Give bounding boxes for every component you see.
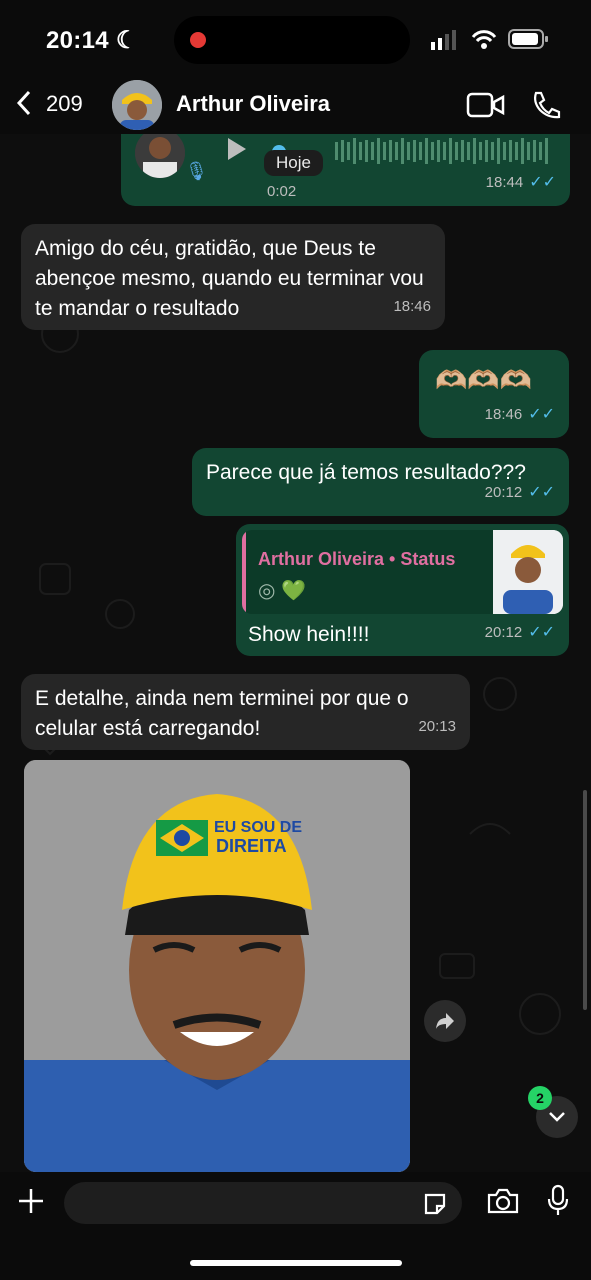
voice-message[interactable]: 🎙 0:02 18:44 ✓✓: [121, 134, 570, 206]
recording-dot: [190, 32, 206, 48]
home-indicator: [190, 1260, 402, 1266]
quote-bar: [242, 530, 246, 614]
video-camera-icon: [466, 92, 505, 118]
camera-icon: [487, 1188, 519, 1214]
svg-text:DIREITA: DIREITA: [216, 836, 287, 856]
outgoing-reply-message[interactable]: Arthur Oliveira • Status ◎ 💚 Show hein!!…: [236, 524, 569, 656]
message-text: E detalhe, ainda nem terminei por que o …: [35, 687, 409, 740]
date-chip: Hoje: [264, 150, 323, 176]
quoted-status[interactable]: Arthur Oliveira • Status ◎ 💚: [242, 530, 563, 614]
message-meta: 18:46 ✓✓: [485, 400, 555, 430]
outgoing-message[interactable]: Parece que já temos resultado??? 20:12 ✓✓: [192, 448, 569, 516]
attach-button[interactable]: [16, 1186, 46, 1221]
voice-duration: 0:02: [267, 183, 297, 200]
status-time: 20:14 ☾: [46, 27, 138, 54]
phone-icon: [534, 91, 561, 119]
message-text: 🫶🏼🫶🏼🫶🏼: [435, 365, 533, 395]
message-meta: 18:44 ✓✓: [486, 168, 556, 198]
microphone-icon: [547, 1184, 569, 1215]
message-meta: 18:46: [393, 292, 431, 322]
microphone-button[interactable]: [546, 1184, 570, 1223]
message-input[interactable]: [64, 1182, 462, 1224]
voice-call-button[interactable]: [530, 90, 562, 125]
contact-avatar[interactable]: [112, 80, 162, 130]
voice-sender-avatar: [135, 134, 185, 178]
message-time: 18:46: [393, 298, 431, 315]
chevron-left-icon: [16, 90, 31, 116]
message-text: Amigo do céu, gratidão, que Deus te aben…: [35, 237, 424, 320]
cap-text: EU SOU DE: [214, 819, 302, 836]
message-meta: 20:13: [418, 712, 456, 742]
incoming-message[interactable]: Amigo do céu, gratidão, que Deus te aben…: [21, 224, 445, 330]
read-ticks-icon: ✓✓: [528, 484, 555, 501]
status-thumbnail: [493, 530, 563, 614]
dynamic-island: [174, 16, 410, 64]
read-ticks-icon: ✓✓: [528, 624, 555, 641]
forward-button[interactable]: [424, 1000, 466, 1042]
compose-bar: [0, 1172, 591, 1280]
play-button[interactable]: [225, 136, 249, 171]
message-text: Show hein!!!!: [248, 623, 370, 646]
video-call-button[interactable]: [466, 90, 506, 125]
moon-icon: ☾: [115, 27, 138, 54]
message-meta: 20:12 ✓✓: [485, 478, 555, 508]
message-meta: 20:12 ✓✓: [485, 618, 555, 648]
chat-area[interactable]: 🎙 0:02 18:44 ✓✓ Hoje Amigo do céu, grati…: [0, 134, 591, 1172]
camera-button[interactable]: [486, 1186, 520, 1221]
quoted-title: Arthur Oliveira • Status: [258, 549, 456, 569]
mic-icon: 🎙: [185, 161, 208, 181]
sticker-icon: [424, 1193, 446, 1215]
quoted-status-icons: ◎ 💚: [258, 580, 306, 602]
scrollbar[interactable]: [583, 790, 587, 1010]
message-time: 20:12: [484, 484, 523, 501]
read-ticks-icon: ✓✓: [528, 406, 555, 423]
image-message[interactable]: EU SOU DE DIREITA: [24, 760, 410, 1172]
message-time: 18:46: [484, 406, 523, 423]
status-icons: [431, 28, 561, 52]
sticker-button[interactable]: [422, 1191, 448, 1222]
portrait-photo: EU SOU DE DIREITA: [24, 760, 410, 1172]
message-time: 20:12: [484, 624, 523, 641]
chevron-down-icon: [549, 1112, 565, 1122]
read-ticks-icon: ✓✓: [529, 174, 556, 191]
unread-count[interactable]: 209: [46, 91, 83, 117]
message-time: 18:44: [485, 174, 524, 191]
contact-name[interactable]: Arthur Oliveira: [176, 91, 330, 117]
signal-wifi-battery-icons: [431, 29, 548, 50]
play-icon: [228, 138, 246, 160]
unread-badge: 2: [528, 1086, 552, 1110]
plus-icon: [19, 1189, 43, 1213]
message-time: 20:13: [418, 718, 456, 735]
forward-arrow-icon: [436, 1013, 454, 1029]
outgoing-message[interactable]: 🫶🏼🫶🏼🫶🏼 18:46 ✓✓: [419, 350, 569, 438]
chat-header: 209 Arthur Oliveira: [0, 78, 591, 134]
status-bar: 20:14 ☾: [0, 0, 591, 78]
incoming-message[interactable]: E detalhe, ainda nem terminei por que o …: [21, 674, 470, 750]
back-button[interactable]: [14, 88, 34, 125]
